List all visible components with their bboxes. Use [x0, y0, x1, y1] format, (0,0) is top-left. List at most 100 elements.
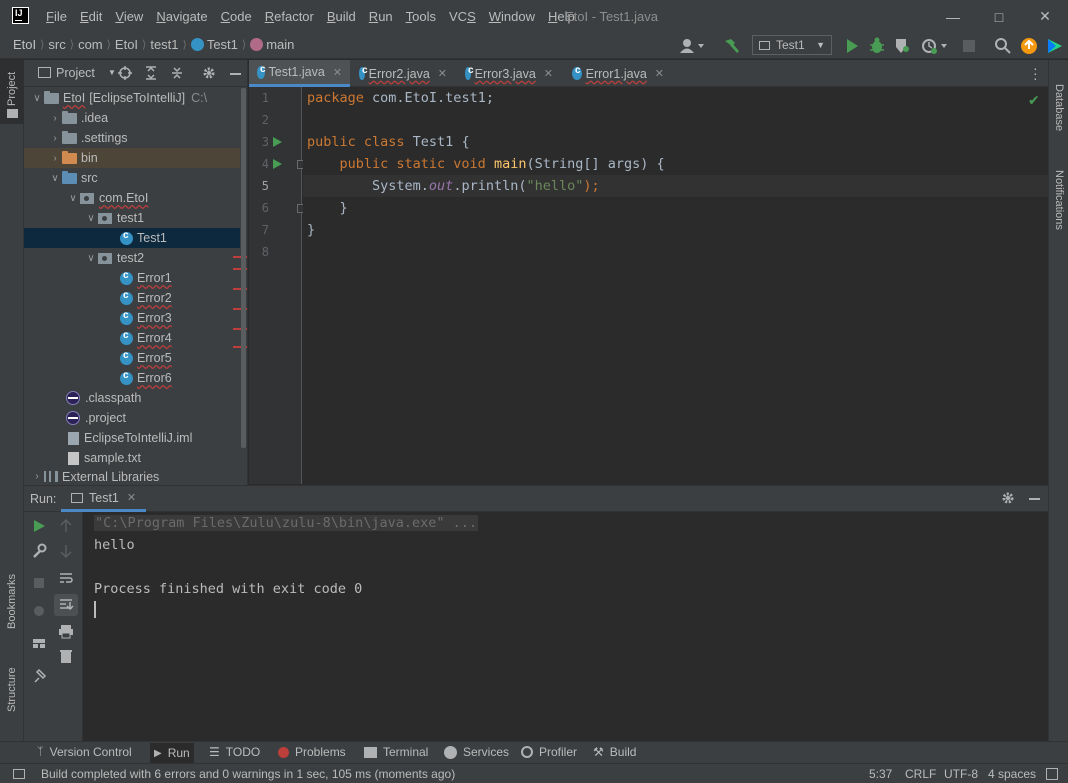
tab-error2-java[interactable]: Error2.java ✕: [351, 60, 455, 87]
tool-problems[interactable]: Problems: [278, 745, 346, 759]
status-line-separator[interactable]: CRLF: [905, 767, 936, 781]
close-tab-icon[interactable]: ✕: [438, 67, 447, 80]
hammer-build-icon[interactable]: [722, 37, 740, 55]
tree-row-error5[interactable]: Error5: [24, 348, 240, 368]
tree-row-error2[interactable]: Error2: [24, 288, 240, 308]
tool-build[interactable]: ⚒ Build: [593, 745, 636, 759]
tree-row-test2[interactable]: ∨ test2: [24, 248, 240, 268]
breadcrumb-etoi[interactable]: EtoI: [115, 37, 138, 52]
breadcrumb-src[interactable]: src: [48, 37, 65, 52]
print-icon[interactable]: [58, 623, 74, 639]
breadcrumb-test1[interactable]: test1: [150, 37, 178, 52]
run-icon[interactable]: [845, 38, 859, 54]
run-gutter-icon[interactable]: [273, 137, 282, 147]
tab-error1-java[interactable]: Error1.java ✕: [564, 60, 672, 87]
wrench-icon[interactable]: [31, 543, 47, 559]
menu-code[interactable]: Code: [221, 9, 252, 24]
chevron-down-icon[interactable]: ▼: [108, 68, 116, 77]
tree-row-bin[interactable]: › bin: [24, 148, 240, 168]
layout-icon[interactable]: [31, 635, 47, 651]
status-indent[interactable]: 4 spaces: [988, 767, 1036, 781]
tree-scrollbar[interactable]: [241, 88, 246, 448]
stop-icon[interactable]: [34, 578, 44, 588]
tree-row-external-libraries[interactable]: › External Libraries: [24, 468, 240, 485]
menu-run[interactable]: Run: [369, 9, 393, 24]
arrow-up-icon[interactable]: [58, 518, 74, 534]
breadcrumb-class[interactable]: Test1: [190, 37, 238, 52]
status-message[interactable]: Build completed with 6 errors and 0 warn…: [41, 767, 455, 781]
tree-row-error6[interactable]: Error6: [24, 368, 240, 388]
tree-row-test1-class[interactable]: Test1: [24, 228, 240, 248]
tree-row-settings[interactable]: › .settings: [24, 128, 240, 148]
menu-build[interactable]: Build: [327, 9, 356, 24]
toggle-tool-windows-icon[interactable]: [13, 769, 25, 779]
tab-test1-java[interactable]: Test1.java ✕: [249, 60, 350, 87]
gear-icon[interactable]: [202, 66, 216, 80]
status-cursor-position[interactable]: 5:37: [869, 767, 892, 781]
tool-todo[interactable]: ☰ TODO: [209, 745, 260, 759]
tree-row-classpath[interactable]: .classpath: [24, 388, 240, 408]
breadcrumb-method[interactable]: main: [250, 37, 294, 52]
tab-error3-java[interactable]: Error3.java ✕: [457, 60, 561, 87]
soft-wrap-icon[interactable]: [58, 570, 74, 586]
tree-row-error4[interactable]: Error4: [24, 328, 240, 348]
tool-terminal[interactable]: Terminal: [364, 745, 428, 759]
trash-icon[interactable]: [58, 648, 74, 664]
update-icon[interactable]: [1020, 37, 1038, 55]
close-tab-icon[interactable]: ✕: [333, 66, 342, 79]
tree-row-src[interactable]: ∨ src: [24, 168, 240, 188]
tree-row-error1[interactable]: Error1: [24, 268, 240, 288]
tree-row-package[interactable]: ∨ com.EtoI: [24, 188, 240, 208]
rerun-icon[interactable]: [31, 518, 47, 534]
collapse-all-icon[interactable]: [170, 66, 184, 80]
menu-vcs[interactable]: VCS: [449, 9, 476, 24]
menu-navigate[interactable]: Navigate: [156, 9, 207, 24]
hide-panel-icon[interactable]: [1029, 498, 1040, 500]
arrow-down-icon[interactable]: [58, 543, 74, 559]
debug-disabled-icon[interactable]: [31, 602, 47, 618]
hide-panel-icon[interactable]: [230, 73, 241, 75]
close-tab-icon[interactable]: ✕: [544, 67, 553, 80]
tree-row-root[interactable]: ∨ EtoI [EclipseToIntelliJ] C:\: [24, 88, 240, 108]
pin-icon[interactable]: [31, 668, 47, 684]
menu-tools[interactable]: Tools: [406, 9, 436, 24]
coverage-icon[interactable]: [894, 37, 910, 55]
bookmarks-tool-tab[interactable]: Bookmarks: [0, 565, 24, 645]
code-editor[interactable]: package com.EtoI.test1; public class Tes…: [303, 87, 1048, 484]
more-tabs-icon[interactable]: · · ·: [1033, 61, 1038, 85]
user-icon[interactable]: [680, 38, 706, 54]
tree-row-idea[interactable]: › .idea: [24, 108, 240, 128]
notifications-tool-tab[interactable]: Notifications: [1049, 156, 1068, 246]
gear-icon[interactable]: [1001, 491, 1015, 505]
run-console[interactable]: "C:\Program Files\Zulu\zulu-8\bin\java.e…: [82, 512, 1048, 741]
intellij-logo-icon[interactable]: IJ: [12, 7, 29, 24]
menu-refactor[interactable]: Refactor: [265, 9, 314, 24]
stop-icon[interactable]: [963, 40, 975, 52]
tree-row-iml[interactable]: EclipseToIntelliJ.iml: [24, 428, 240, 448]
jetbrains-toolbox-icon[interactable]: [1046, 37, 1064, 55]
tool-run[interactable]: ▶ Run: [150, 743, 194, 763]
project-view-selector[interactable]: Project: [56, 66, 95, 80]
run-tab-test1[interactable]: Test1 ✕: [61, 486, 147, 512]
search-icon[interactable]: [994, 37, 1012, 55]
tree-row-project-file[interactable]: .project: [24, 408, 240, 428]
structure-tool-tab[interactable]: Structure: [0, 660, 24, 730]
project-tool-tab[interactable]: Project: [0, 60, 24, 124]
breadcrumb-com[interactable]: com: [78, 37, 103, 52]
tree-row-error3[interactable]: Error3: [24, 308, 240, 328]
breadcrumb-project[interactable]: EtoI: [13, 37, 36, 52]
lock-icon[interactable]: [1046, 768, 1058, 780]
menu-window[interactable]: Window: [489, 9, 535, 24]
tool-version-control[interactable]: ᛉ Version Control: [37, 745, 132, 759]
maximize-icon[interactable]: □: [976, 0, 1022, 33]
run-configuration-selector[interactable]: Test1 ▼: [752, 35, 832, 55]
menu-edit[interactable]: Edit: [80, 9, 102, 24]
tree-row-test1[interactable]: ∨ test1: [24, 208, 240, 228]
run-gutter-icon[interactable]: [273, 159, 282, 169]
status-encoding[interactable]: UTF-8: [944, 767, 978, 781]
no-problems-check-icon[interactable]: ✔: [1028, 92, 1040, 109]
tree-row-sample[interactable]: sample.txt: [24, 448, 240, 468]
debug-icon[interactable]: [869, 37, 885, 55]
expand-all-icon[interactable]: [144, 66, 158, 80]
menu-file[interactable]: File: [46, 9, 67, 24]
